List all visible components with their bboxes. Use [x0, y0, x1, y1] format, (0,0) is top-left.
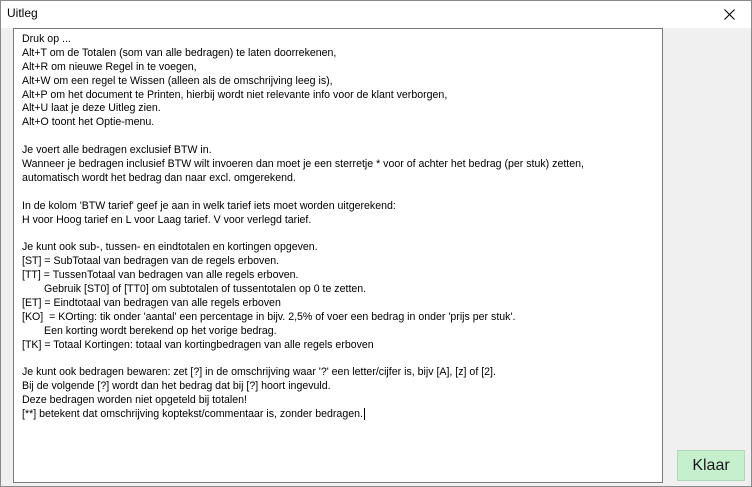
- help-line: Een korting wordt berekend op het vorige…: [44, 324, 277, 337]
- close-icon: [723, 9, 735, 20]
- help-line-last: [**] betekent dat omschrijving koptekst/…: [22, 408, 657, 422]
- dialog-body: Druk op ... Alt+T om de Totalen (som van…: [1, 28, 751, 486]
- help-line: automatisch wordt het bedrag dan naar ex…: [22, 171, 296, 184]
- help-line: Alt+R om nieuwe Regel in te voegen,: [22, 60, 197, 73]
- help-line: Alt+O toont het Optie-menu.: [22, 116, 155, 129]
- help-text: Druk op ... Alt+T om de Totalen (som van…: [22, 33, 657, 422]
- help-line: Je kunt ook sub-, tussen- en eindtotalen…: [22, 241, 318, 254]
- help-line: [ST] = SubTotaal van bedragen van de reg…: [22, 255, 280, 268]
- help-line: Deze bedragen worden niet opgeteld bij t…: [22, 394, 247, 407]
- help-line: Alt+W om een regel te Wissen (alleen als…: [22, 74, 333, 87]
- help-line: Gebruik [ST0] of [TT0] om subtotalen of …: [44, 283, 367, 296]
- help-line: Alt+T om de Totalen (som van alle bedrag…: [22, 46, 337, 59]
- help-line: Je kunt ook bedragen bewaren: zet [?] in…: [22, 366, 496, 379]
- text-caret: [363, 408, 365, 421]
- help-line: [ET] = Eindtotaal van bedragen van alle …: [22, 296, 281, 309]
- help-line: Bij de volgende [?] wordt dan het bedrag…: [22, 380, 331, 393]
- help-line: Je voert alle bedragen exclusief BTW in.: [22, 144, 212, 157]
- help-line: [TK] = Totaal Kortingen: totaal van kort…: [22, 338, 374, 351]
- help-line: Wanneer je bedragen inclusief BTW wilt i…: [22, 158, 584, 171]
- help-dialog: Uitleg Druk op ... Alt+T om de Totalen (…: [0, 0, 752, 487]
- help-line: In de kolom 'BTW tarief' geef je aan in …: [22, 199, 396, 212]
- window-title: Uitleg: [7, 6, 38, 20]
- help-line: Alt+U laat je deze Uitleg zien.: [22, 102, 161, 115]
- help-line: Alt+P om het document te Printen, hierbi…: [22, 88, 448, 101]
- help-line: [TT] = TussenTotaal van bedragen van all…: [22, 269, 299, 282]
- title-bar: Uitleg: [1, 1, 751, 28]
- help-line: Druk op ...: [22, 33, 71, 45]
- help-line: H voor Hoog tarief en L voor Laag tarief…: [22, 213, 312, 226]
- help-line: [KO] = KOrting: tik onder 'aantal' een p…: [22, 310, 516, 323]
- help-line-text: [**] betekent dat omschrijving koptekst/…: [22, 408, 363, 421]
- close-button[interactable]: [707, 1, 751, 28]
- klaar-button[interactable]: Klaar: [677, 450, 745, 481]
- help-textbox[interactable]: Druk op ... Alt+T om de Totalen (som van…: [13, 28, 663, 483]
